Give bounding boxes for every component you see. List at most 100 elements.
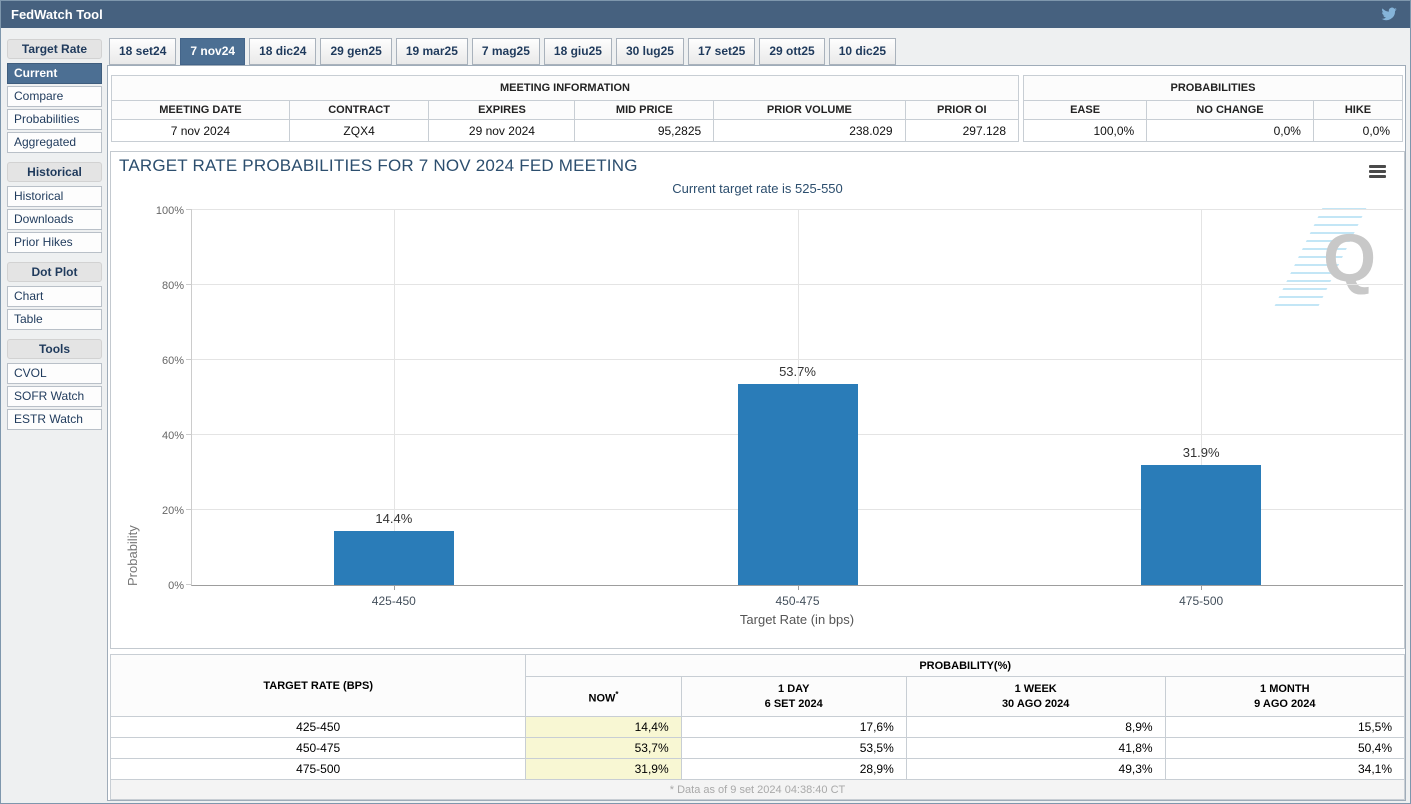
sidebar-item-table[interactable]: Table — [7, 309, 102, 330]
x-category-label: 475-500 — [1179, 594, 1224, 608]
range-cell: 425-450 — [109, 716, 527, 738]
chart-subtitle: Current target rate is 525-550 — [672, 181, 843, 196]
mid-price-value: 95,2825 — [574, 119, 715, 142]
data-as-of-footnote: * Data as of 9 set 2024 04:38:40 CT — [110, 779, 1405, 800]
table-row-475-500: 475-500 31,9% 28,9% 49,3% 34,1% — [109, 758, 1406, 780]
sidebar-item-estr-watch[interactable]: ESTR Watch — [7, 409, 102, 430]
one-week-column-header: 1 WEEK 30 AGO 2024 — [905, 676, 1166, 717]
tab-18-set24[interactable]: 18 set24 — [109, 38, 177, 65]
tab-17-set25[interactable]: 17 set25 — [687, 38, 756, 65]
sidebar-header-historical: Historical — [7, 162, 102, 182]
chart-context-menu-icon[interactable] — [1369, 165, 1386, 180]
meeting-information-table: MEETING INFORMATION MEETING DATE CONTRAC… — [111, 75, 1020, 142]
target-rate-bps-header: TARGET RATE (BPS) — [109, 654, 527, 717]
tab-7-mag25[interactable]: 7 mag25 — [471, 38, 540, 65]
sidebar-item-chart[interactable]: Chart — [7, 286, 102, 307]
one-day-value-cell: 17,6% — [680, 716, 907, 738]
range-cell: 475-500 — [109, 758, 527, 780]
y-tick-label: 0% — [168, 580, 184, 592]
y-tick-mark — [186, 509, 192, 510]
title-bar: FedWatch Tool — [1, 1, 1410, 28]
now-value-cell: 31,9% — [525, 758, 682, 780]
x-axis-title: Target Rate (in bps) — [739, 612, 855, 627]
y-axis-title: Probability — [125, 525, 140, 586]
meeting-date-value: 7 nov 2024 — [111, 119, 290, 142]
sidebar-section-dot-plot: Dot Plot Chart Table — [7, 262, 102, 330]
col-prior-oi: PRIOR OI — [904, 100, 1020, 120]
main-panel: MEETING INFORMATION MEETING DATE CONTRAC… — [107, 65, 1406, 801]
twitter-icon[interactable] — [1380, 6, 1398, 22]
y-tick-label: 100% — [155, 205, 184, 217]
meeting-info-title: MEETING INFORMATION — [111, 75, 1019, 101]
sidebar-header-tools: Tools — [7, 339, 102, 359]
one-month-value-cell: 34,1% — [1164, 758, 1406, 780]
tab-18-giu25[interactable]: 18 giu25 — [543, 38, 612, 65]
col-prior-volume: PRIOR VOLUME — [713, 100, 906, 120]
contract-value: ZQX4 — [288, 119, 430, 142]
y-tick-mark — [186, 359, 192, 360]
tab-10-dic25[interactable]: 10 dic25 — [828, 38, 897, 65]
sidebar-item-current[interactable]: Current — [7, 63, 102, 84]
x-tick-mark — [1201, 585, 1203, 590]
sidebar-item-sofr-watch[interactable]: SOFR Watch — [7, 386, 102, 407]
one-month-value-cell: 15,5% — [1164, 716, 1406, 738]
chart-title: TARGET RATE PROBABILITIES FOR 7 NOV 2024… — [119, 156, 638, 175]
y-tick-mark — [186, 284, 192, 285]
sidebar: Target Rate Current Compare Probabilities Ag… — [7, 39, 102, 439]
hike-value: 0,0% — [1312, 119, 1404, 142]
y-tick-mark — [186, 209, 192, 210]
one-week-value-cell: 41,8% — [905, 737, 1166, 759]
tab-30-lug25[interactable]: 30 lug25 — [615, 38, 684, 65]
one-week-value-cell: 8,9% — [905, 716, 1166, 738]
ease-value: 100,0% — [1022, 119, 1148, 142]
sidebar-item-compare[interactable]: Compare — [7, 86, 102, 107]
probability-pct-header: PROBABILITY(%) — [525, 654, 1405, 677]
y-tick-mark — [186, 584, 192, 585]
prior-volume-value: 238.029 — [713, 119, 906, 142]
no-change-value: 0,0% — [1146, 119, 1314, 142]
sidebar-item-historical[interactable]: Historical — [7, 186, 102, 207]
probability-bar-450-475[interactable] — [737, 383, 858, 585]
bar-value-label: 14.4% — [375, 511, 413, 527]
col-mid-price: MID PRICE — [574, 100, 715, 120]
sidebar-section-tools: Tools CVOL SOFR Watch ESTR Watch — [7, 339, 102, 430]
prior-oi-value: 297.128 — [904, 119, 1020, 142]
now-value-cell: 14,4% — [525, 716, 682, 738]
chart-plot: 0% 20% 40% 60% 80% 100% 14.4% 425-450 53.7% 450-4… — [156, 205, 1403, 608]
now-column-header: NOW* — [525, 676, 682, 717]
sidebar-section-target-rate: Target Rate Current Compare Probabilities Ag… — [7, 39, 102, 153]
probability-chart: TARGET RATE PROBABILITIES FOR 7 NOV 2024… — [110, 151, 1405, 649]
meeting-tabs: 18 set24 7 nov24 18 dic24 29 gen25 19 mar25 7… — [109, 38, 900, 66]
tab-18-dic24[interactable]: 18 dic24 — [249, 38, 317, 65]
sidebar-section-historical: Historical Historical Downloads Prior Hikes — [7, 162, 102, 253]
sidebar-item-prior-hikes[interactable]: Prior Hikes — [7, 232, 102, 253]
probabilities-summary-table: PROBABILITIES EASE NO CHANGE HIKE 100,0%… — [1022, 75, 1404, 142]
probability-history-table: TARGET RATE (BPS) PROBABILITY(%) NOW* 1 … — [109, 654, 1406, 800]
col-no-change: NO CHANGE — [1146, 100, 1314, 120]
col-hike: HIKE — [1312, 100, 1404, 120]
sidebar-item-cvol[interactable]: CVOL — [7, 363, 102, 384]
bar-value-label: 53.7% — [779, 363, 816, 379]
x-tick-mark — [797, 585, 799, 590]
one-month-value-cell: 50,4% — [1164, 737, 1406, 759]
tab-29-gen25[interactable]: 29 gen25 — [320, 38, 392, 65]
tab-29-ott25[interactable]: 29 ott25 — [759, 38, 825, 65]
tab-19-mar25[interactable]: 19 mar25 — [395, 38, 468, 65]
x-category-label: 425-450 — [371, 594, 416, 608]
one-day-value-cell: 53,5% — [680, 737, 907, 759]
one-day-column-header: 1 DAY 6 SET 2024 — [680, 676, 907, 717]
app-title: FedWatch Tool — [11, 7, 103, 22]
probability-bar-475-500[interactable] — [1141, 465, 1262, 585]
expires-value: 29 nov 2024 — [428, 119, 576, 142]
y-tick-label: 60% — [161, 355, 184, 367]
sidebar-item-downloads[interactable]: Downloads — [7, 209, 102, 230]
sidebar-item-probabilities[interactable]: Probabilities — [7, 109, 102, 130]
x-category-label: 450-475 — [775, 594, 820, 608]
probability-bar-425-450[interactable] — [333, 531, 454, 585]
tab-7-nov24[interactable]: 7 nov24 — [180, 38, 246, 65]
table-row-450-475: 450-475 53,7% 53,5% 41,8% 50,4% — [109, 737, 1406, 759]
x-tick-mark — [393, 585, 395, 590]
sidebar-item-aggregated[interactable]: Aggregated — [7, 132, 102, 153]
one-week-value-cell: 49,3% — [905, 758, 1166, 780]
col-ease: EASE — [1022, 100, 1148, 120]
